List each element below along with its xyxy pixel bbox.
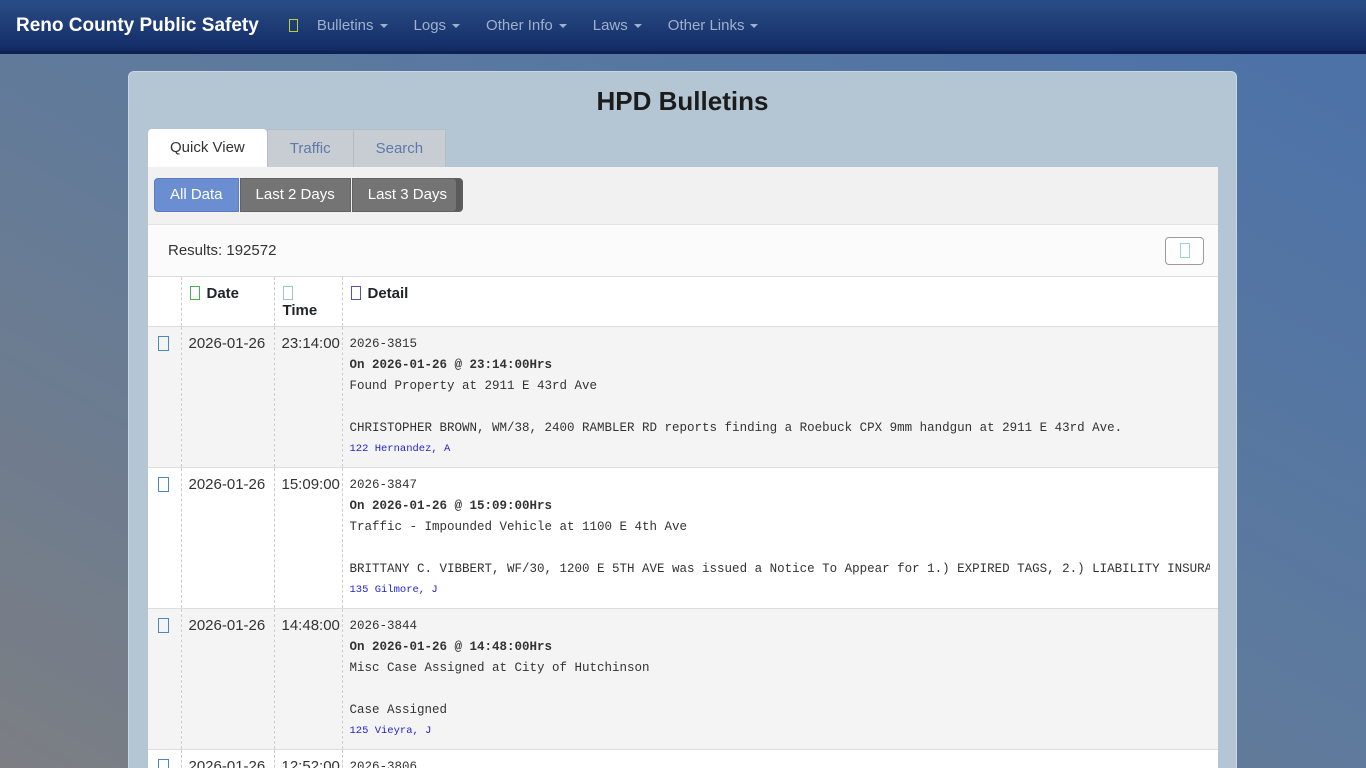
incident-summary: Misc Case Assigned at City of Hutchinson bbox=[350, 658, 1211, 679]
checkbox-icon[interactable] bbox=[158, 336, 169, 351]
table-row: 2026-01-26 15:09:00 2026-3847 On 2026-01… bbox=[148, 468, 1218, 609]
case-number: 2026-3806 bbox=[350, 757, 1211, 768]
row-date: 2026-01-26 bbox=[181, 327, 274, 468]
bulletins-card: HPD Bulletins Quick View Traffic Search … bbox=[128, 71, 1237, 768]
detail-sort-icon bbox=[351, 286, 361, 300]
filter-all-data-button[interactable]: All Data bbox=[154, 178, 239, 212]
row-time: 12:52:00 bbox=[274, 750, 342, 768]
header-detail-label: Detail bbox=[368, 285, 409, 302]
spacer bbox=[350, 397, 1211, 418]
filter-button-group: All Data Last 2 Days Last 3 Days bbox=[154, 178, 463, 212]
nav-menu: Bulletins Logs Other Info Laws Other Lin… bbox=[289, 17, 785, 34]
row-detail: 2026-3844 On 2026-01-26 @ 14:48:00Hrs Mi… bbox=[342, 609, 1218, 750]
filter-last-2-days-button[interactable]: Last 2 Days bbox=[240, 178, 351, 212]
incident-datetime-line: On 2026-01-26 @ 23:14:00Hrs bbox=[350, 355, 1211, 376]
chevron-down-icon bbox=[559, 24, 567, 28]
incident-datetime-line: On 2026-01-26 @ 14:48:00Hrs bbox=[350, 637, 1211, 658]
time-sort-icon bbox=[283, 286, 293, 300]
nav-item-label: Laws bbox=[593, 17, 628, 34]
header-select-column bbox=[148, 277, 181, 327]
row-date: 2026-01-26 bbox=[181, 609, 274, 750]
refresh-icon bbox=[1180, 243, 1190, 258]
header-date-label: Date bbox=[207, 285, 240, 302]
header-time-label: Time bbox=[283, 302, 318, 319]
incident-narrative: CHRISTOPHER BROWN, WM/38, 2400 RAMBLER R… bbox=[350, 418, 1211, 439]
filter-last-3-days-button[interactable]: Last 3 Days bbox=[352, 178, 463, 212]
tab-quick-view[interactable]: Quick View bbox=[148, 129, 267, 167]
officer-link[interactable]: 135 Gilmore, J bbox=[350, 582, 1211, 599]
row-select-cell bbox=[148, 327, 181, 468]
table-row: 2026-01-26 23:14:00 2026-3815 On 2026-01… bbox=[148, 327, 1218, 468]
incident-narrative: Case Assigned bbox=[350, 700, 1211, 721]
refresh-button[interactable] bbox=[1165, 237, 1204, 265]
incident-narrative: BRITTANY C. VIBBERT, WF/30, 1200 E 5TH A… bbox=[350, 559, 1211, 580]
officer-link[interactable]: 122 Hernandez, A bbox=[350, 441, 1211, 458]
results-count: Results: 192572 bbox=[168, 242, 276, 259]
row-select-cell bbox=[148, 750, 181, 768]
incident-datetime-line: On 2026-01-26 @ 15:09:00Hrs bbox=[350, 496, 1211, 517]
row-time: 23:14:00 bbox=[274, 327, 342, 468]
nav-item-logs[interactable]: Logs bbox=[414, 17, 461, 34]
nav-item-other-info[interactable]: Other Info bbox=[486, 17, 567, 34]
tab-traffic[interactable]: Traffic bbox=[267, 129, 354, 167]
tab-bar: Quick View Traffic Search bbox=[129, 129, 1236, 167]
case-number: 2026-3815 bbox=[350, 334, 1211, 355]
chevron-down-icon bbox=[750, 24, 758, 28]
header-date[interactable]: Date bbox=[181, 277, 274, 327]
header-time[interactable]: Time bbox=[274, 277, 342, 327]
row-date: 2026-01-26 bbox=[181, 750, 274, 768]
page-title: HPD Bulletins bbox=[129, 86, 1236, 117]
row-select-cell bbox=[148, 609, 181, 750]
top-navbar: Reno County Public Safety Bulletins Logs… bbox=[0, 0, 1366, 54]
incident-summary: Traffic - Impounded Vehicle at 1100 E 4t… bbox=[350, 517, 1211, 538]
nav-item-label: Logs bbox=[414, 17, 447, 34]
table-row: 2026-01-26 12:52:00 2026-3806 On 2026-01… bbox=[148, 750, 1218, 768]
row-time: 14:48:00 bbox=[274, 609, 342, 750]
bulletins-table-wrap: Date Time Detail 2026-01-26 23:14:00 202… bbox=[148, 277, 1218, 768]
table-header-row: Date Time Detail bbox=[148, 277, 1218, 327]
table-row: 2026-01-26 14:48:00 2026-3844 On 2026-01… bbox=[148, 609, 1218, 750]
row-time: 15:09:00 bbox=[274, 468, 342, 609]
nav-item-label: Other Info bbox=[486, 17, 553, 34]
results-bar: Results: 192572 bbox=[148, 224, 1218, 277]
officer-link[interactable]: 125 Vieyra, J bbox=[350, 723, 1211, 740]
case-number: 2026-3847 bbox=[350, 475, 1211, 496]
chevron-down-icon bbox=[634, 24, 642, 28]
incident-summary: Found Property at 2911 E 43rd Ave bbox=[350, 376, 1211, 397]
spacer bbox=[350, 679, 1211, 700]
tab-content: All Data Last 2 Days Last 3 Days Results… bbox=[148, 167, 1218, 768]
row-detail: 2026-3847 On 2026-01-26 @ 15:09:00Hrs Tr… bbox=[342, 468, 1218, 609]
filter-row: All Data Last 2 Days Last 3 Days bbox=[148, 167, 1218, 224]
row-detail: 2026-3806 On 2026-01-26 @ 12:52:00Hrs bbox=[342, 750, 1218, 768]
brand-title: Reno County Public Safety bbox=[16, 15, 259, 37]
spacer bbox=[350, 538, 1211, 559]
nav-item-other-links[interactable]: Other Links bbox=[668, 17, 759, 34]
checkbox-icon[interactable] bbox=[158, 618, 169, 633]
chevron-down-icon bbox=[452, 24, 460, 28]
row-select-cell bbox=[148, 468, 181, 609]
header-detail[interactable]: Detail bbox=[342, 277, 1218, 327]
row-date: 2026-01-26 bbox=[181, 468, 274, 609]
case-number: 2026-3844 bbox=[350, 616, 1211, 637]
row-detail: 2026-3815 On 2026-01-26 @ 23:14:00Hrs Fo… bbox=[342, 327, 1218, 468]
date-sort-icon bbox=[190, 286, 200, 300]
bulletins-table: Date Time Detail 2026-01-26 23:14:00 202… bbox=[148, 277, 1218, 768]
nav-item-laws[interactable]: Laws bbox=[593, 17, 642, 34]
home-icon[interactable] bbox=[289, 19, 298, 32]
chevron-down-icon bbox=[380, 24, 388, 28]
nav-item-label: Bulletins bbox=[317, 17, 374, 34]
checkbox-icon[interactable] bbox=[158, 477, 169, 492]
checkbox-icon[interactable] bbox=[158, 759, 169, 768]
nav-item-label: Other Links bbox=[668, 17, 745, 34]
nav-item-bulletins[interactable]: Bulletins bbox=[317, 17, 388, 34]
tab-search[interactable]: Search bbox=[354, 129, 447, 167]
